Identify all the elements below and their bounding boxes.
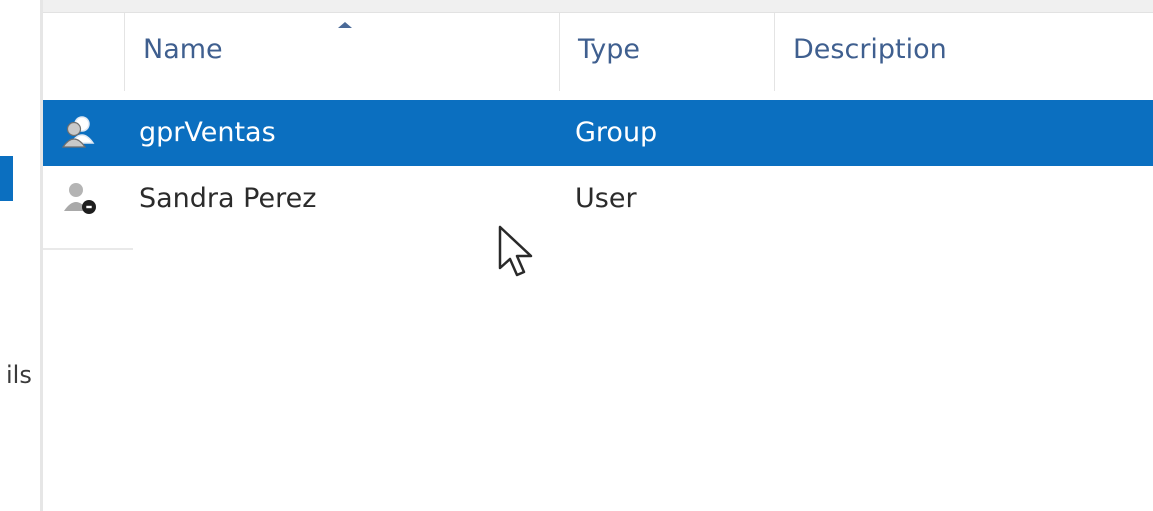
navigation-pane: ils — [0, 0, 40, 511]
list-item[interactable]: gprVentas Group — [43, 100, 1153, 166]
column-header-row: Name Type Description — [43, 13, 1153, 91]
column-header-name-label: Name — [143, 34, 223, 65]
mouse-pointer-icon — [498, 225, 533, 277]
item-type: User — [575, 183, 637, 214]
list-item[interactable]: Sandra Perez User — [43, 166, 1153, 250]
item-type: Group — [575, 117, 658, 148]
group-icon — [61, 116, 95, 148]
column-header-type[interactable]: Type — [560, 13, 775, 91]
list-top-border — [43, 0, 1153, 13]
sort-ascending-icon — [338, 22, 352, 28]
object-list-view: Name Type Description gprVentas Group Sa… — [43, 0, 1153, 511]
nav-item-label[interactable]: ils — [6, 363, 32, 387]
column-header-description[interactable]: Description — [775, 13, 1153, 91]
nav-selected-item-marker[interactable] — [0, 156, 13, 201]
column-header-icon[interactable] — [43, 13, 125, 91]
item-name: Sandra Perez — [139, 183, 317, 214]
active-directory-window: ils Name Type Description gprVentas Grou… — [0, 0, 1153, 511]
list-rows: gprVentas Group Sandra Perez User — [43, 100, 1153, 250]
column-header-name[interactable]: Name — [125, 13, 560, 91]
user-disabled-icon — [64, 183, 96, 214]
icon-column-separator — [43, 248, 133, 250]
item-name: gprVentas — [139, 117, 276, 148]
